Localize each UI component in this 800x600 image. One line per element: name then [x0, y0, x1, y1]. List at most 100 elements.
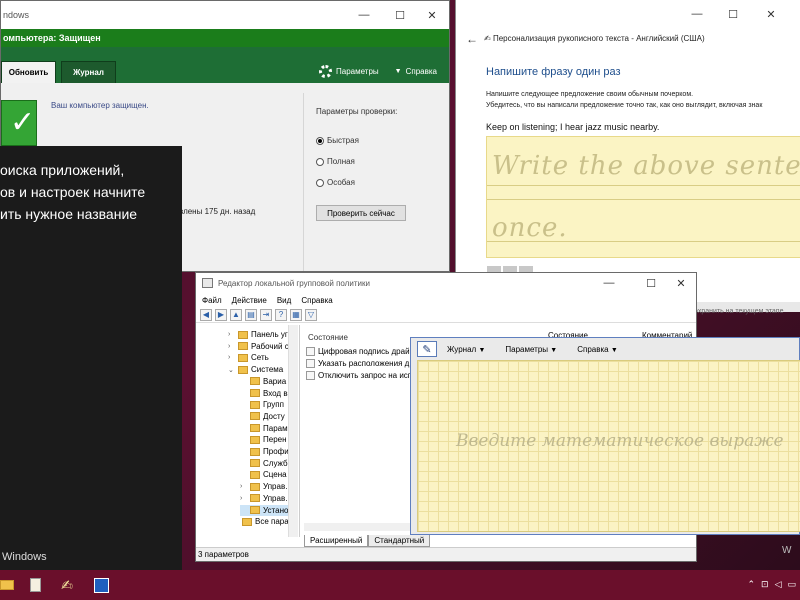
chevron-icon[interactable]: ›: [228, 354, 235, 361]
menu-options[interactable]: Параметры ▼: [505, 345, 557, 354]
folder-icon: [250, 424, 260, 433]
defender-titlebar[interactable]: ndows: [1, 1, 449, 29]
close-button[interactable]: ✕: [415, 1, 449, 29]
tree-item[interactable]: Досту: [240, 411, 285, 422]
tree-item-label: Служб: [263, 458, 288, 468]
scan-now-button[interactable]: Проверить сейчас: [316, 205, 406, 221]
tree-item[interactable]: ⌄ Система: [228, 364, 283, 375]
tree-item[interactable]: Служб: [240, 458, 288, 469]
radio-dot[interactable]: [316, 178, 324, 187]
ghost-text: Write the above senten: [492, 151, 800, 181]
properties-icon[interactable]: ▦: [290, 308, 302, 321]
export-list-icon[interactable]: ⇥: [260, 308, 272, 321]
tree-item[interactable]: › Управ.: [240, 481, 287, 492]
gpedit-app-icon: [202, 278, 213, 288]
math-writing-area[interactable]: Введите математическое выраже: [417, 360, 800, 532]
tree-item[interactable]: Профи: [240, 446, 289, 457]
tree-item[interactable]: Вариа: [240, 376, 286, 387]
back-arrow-icon[interactable]: ←: [466, 32, 478, 46]
radio-full[interactable]: Полная: [316, 157, 355, 166]
forward-arrow-icon[interactable]: ▶: [215, 308, 227, 321]
pen-tablet-icon[interactable]: ✍: [56, 575, 78, 595]
tab-update[interactable]: Обновить: [1, 61, 56, 83]
chevron-icon[interactable]: ⌄: [228, 366, 235, 374]
menu-help[interactable]: Справка ▼: [577, 345, 618, 354]
minimize-button[interactable]: —: [680, 0, 714, 28]
settings-link[interactable]: Параметры: [336, 67, 379, 76]
minimize-button[interactable]: —: [592, 273, 626, 293]
ghost-text: once.: [492, 213, 568, 243]
up-folder-icon[interactable]: ▲: [230, 308, 242, 321]
chevron-icon[interactable]: ›: [228, 331, 235, 338]
radio-quick[interactable]: Быстрая: [316, 136, 359, 145]
scan-options-panel: Параметры проверки: Быстрая Полная Особа…: [303, 93, 423, 271]
shield-app-icon[interactable]: [90, 575, 112, 595]
menu-file[interactable]: Файл: [202, 296, 222, 305]
tree-item[interactable]: Вход в: [240, 388, 288, 399]
input-indicator-icon[interactable]: ▭: [787, 579, 796, 590]
chevron-icon[interactable]: ›: [240, 483, 247, 490]
network-icon[interactable]: ⊡: [761, 579, 769, 590]
chevron-down-icon: ▼: [478, 346, 486, 354]
tree-item[interactable]: Перен: [240, 434, 287, 445]
tab-extended[interactable]: Расширенный: [304, 535, 369, 547]
last-scan-text: влены 175 дн. назад: [179, 207, 256, 216]
menu-view[interactable]: Вид: [277, 296, 291, 305]
document-icon[interactable]: [24, 575, 46, 595]
radio-custom[interactable]: Особая: [316, 178, 355, 187]
tree-item[interactable]: › Сеть: [228, 352, 269, 363]
close-button[interactable]: ✕: [754, 0, 788, 28]
tree-item[interactable]: Парам: [240, 423, 288, 434]
setting-row[interactable]: Отключить запрос на исп: [306, 371, 412, 380]
maximize-button[interactable]: ☐: [383, 1, 417, 29]
tree-item[interactable]: Устано: [240, 504, 289, 516]
radio-dot[interactable]: [316, 157, 324, 166]
save-progress-link[interactable]: охранить на текущем этапе: [694, 308, 784, 315]
windows-label: Windows: [2, 551, 47, 563]
gear-icon[interactable]: [319, 65, 333, 78]
back-arrow-icon[interactable]: ◀: [200, 308, 212, 321]
tree-item[interactable]: Все парам: [232, 516, 294, 527]
tree-item[interactable]: › Рабочий с: [228, 341, 289, 352]
chevron-up-icon[interactable]: ⌃: [747, 579, 755, 590]
tree-item-label: Сеть: [251, 353, 269, 363]
folder-icon: [250, 412, 260, 421]
tree-scrollbar[interactable]: [288, 325, 298, 537]
tree-item-label: Управ.: [263, 493, 288, 503]
filter-icon[interactable]: ▽: [305, 308, 317, 321]
handwriting-pad[interactable]: Write the above senten once.: [486, 136, 800, 258]
tab-history[interactable]: Журнал: [61, 61, 116, 83]
folder-icon[interactable]: [0, 575, 18, 595]
folder-icon: [250, 377, 260, 386]
tree-item[interactable]: Сцена: [240, 469, 287, 480]
show-hide-tree-icon[interactable]: ▤: [245, 308, 257, 321]
math-ghost-text: Введите математическое выраже: [456, 431, 784, 451]
list-horizontal-scrollbar[interactable]: [304, 523, 414, 531]
chevron-icon[interactable]: ›: [240, 495, 247, 502]
radio-dot[interactable]: [316, 136, 324, 145]
help-icon[interactable]: ?: [275, 308, 287, 321]
volume-icon[interactable]: ◁: [775, 579, 782, 590]
maximize-button[interactable]: ☐: [716, 0, 750, 28]
help-link[interactable]: Справка: [406, 67, 437, 76]
tree-item[interactable]: Групп: [240, 399, 284, 410]
maximize-button[interactable]: ☐: [634, 273, 668, 293]
tree-item-label: Досту: [263, 411, 285, 421]
folder-icon: [250, 494, 260, 503]
setting-row[interactable]: Цифровая подпись драйв: [306, 347, 414, 356]
minimize-button[interactable]: —: [347, 1, 381, 29]
tree-item[interactable]: › Управ.: [240, 493, 287, 504]
close-button[interactable]: ✕: [664, 273, 698, 293]
menu-action[interactable]: Действие: [232, 296, 267, 305]
tree-item[interactable]: › Панель уг: [228, 329, 288, 340]
chevron-icon[interactable]: ›: [228, 343, 235, 350]
menu-history[interactable]: Журнал ▼: [447, 345, 485, 354]
menu-help[interactable]: Справка: [301, 296, 332, 305]
folder-icon: [238, 353, 248, 362]
policy-setting-icon: [306, 359, 315, 368]
setting-row[interactable]: Указать расположения д: [306, 359, 409, 368]
chevron-down-icon: ▼: [394, 68, 402, 75]
tree-item-label: Парам: [263, 423, 288, 433]
column-header-state[interactable]: Состояние: [308, 333, 348, 342]
tab-standard[interactable]: Стандартный: [368, 535, 431, 547]
